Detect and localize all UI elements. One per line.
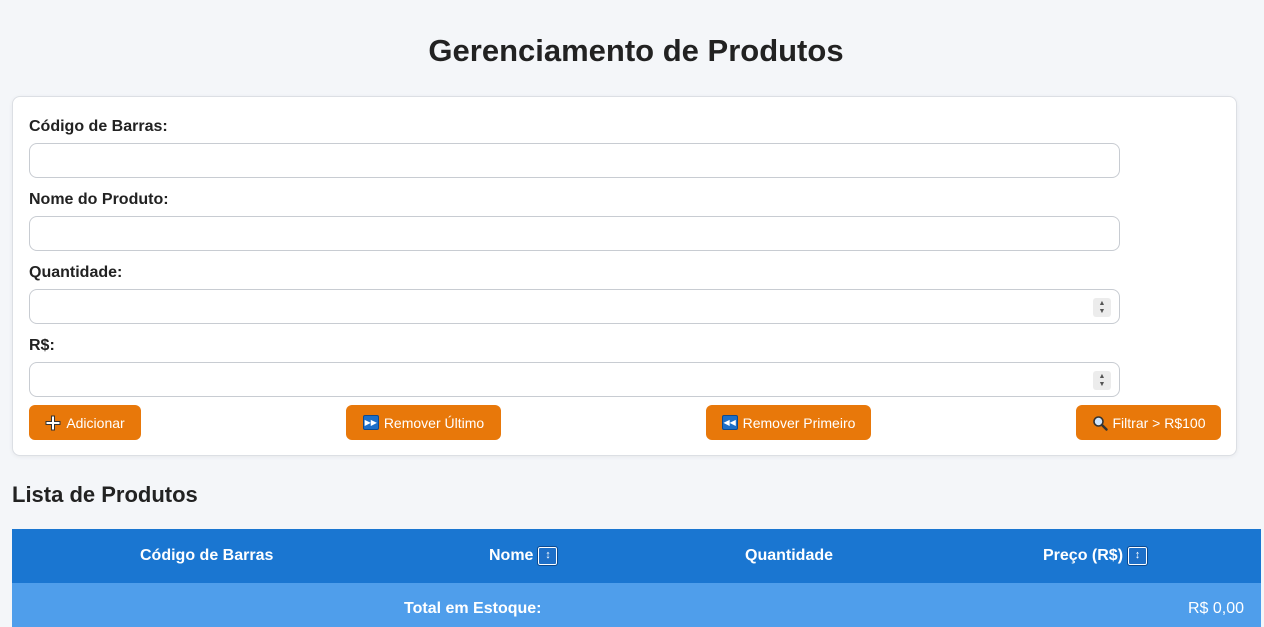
total-stock-value: R$ 0,00 [1187,600,1244,617]
magnifier-icon [1092,415,1108,431]
chevron-up-icon[interactable]: ▲ [1099,300,1106,308]
barcode-input[interactable] [29,143,1120,178]
price-label: R$: [29,337,55,354]
total-stock-label: Total em Estoque: [404,600,542,617]
chevron-down-icon[interactable]: ▼ [1099,308,1106,316]
chevron-up-icon[interactable]: ▲ [1099,373,1106,381]
remove-first-button[interactable]: ◀◀ Remover Primeiro [706,405,871,440]
add-button-label: Adicionar [66,414,125,431]
fast-forward-icon: ▶▶ [362,415,379,430]
quantity-spinner[interactable]: ▲ ▼ [1093,298,1111,317]
remove-last-button[interactable]: ▶▶ Remover Último [346,405,501,440]
quantity-input[interactable]: ▲ ▼ [29,289,1120,324]
page-title: Gerenciamento de Produtos [428,33,844,68]
product-name-label: Nome do Produto: [29,191,169,208]
remove-first-button-label: Remover Primeiro [742,414,856,431]
chevron-down-icon[interactable]: ▼ [1099,381,1106,389]
remove-last-button-label: Remover Último [383,414,485,431]
column-header-name[interactable]: Nome ↕ [489,546,559,566]
column-header-quantity: Quantidade [745,547,834,564]
sort-icon[interactable]: ↕ [1127,546,1149,566]
price-input[interactable]: ▲ ▼ [29,362,1120,397]
filter-button-label: Filtrar > R$100 [1112,414,1206,431]
quantity-label: Quantidade: [29,264,123,281]
table-header: Código de Barras Nome ↕ Quantidade Preço… [12,529,1261,583]
product-list-title: Lista de Produtos [12,482,198,507]
column-header-barcode: Código de Barras [140,547,274,564]
price-spinner[interactable]: ▲ ▼ [1093,371,1111,390]
sort-icon[interactable]: ↕ [537,546,559,566]
table-footer: Total em Estoque: R$ 0,00 [12,583,1261,627]
add-button[interactable]: Adicionar [29,405,141,440]
column-header-price[interactable]: Preço (R$) ↕ [1043,546,1149,566]
filter-button[interactable]: Filtrar > R$100 [1076,405,1221,440]
plus-icon [45,415,61,431]
product-form: Código de Barras: Nome do Produto: Quant… [12,96,1237,456]
product-name-input[interactable] [29,216,1120,251]
barcode-label: Código de Barras: [29,118,168,135]
rewind-icon: ◀◀ [721,415,738,430]
